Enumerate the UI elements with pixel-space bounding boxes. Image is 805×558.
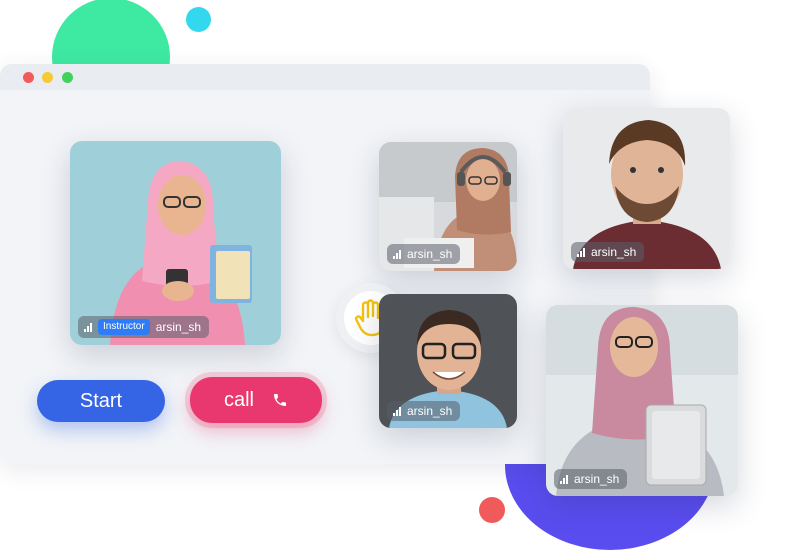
signal-icon: [577, 247, 585, 257]
instructor-badge: Instructor: [98, 319, 150, 335]
signal-icon: [393, 406, 401, 416]
participant-label: arsin_sh: [387, 244, 461, 264]
participant-label: arsin_sh: [387, 401, 461, 421]
participant-name: arsin_sh: [574, 472, 620, 486]
participant-label: Instructor arsin_sh: [78, 316, 210, 338]
signal-icon: [560, 474, 568, 484]
start-button[interactable]: Start: [37, 380, 165, 422]
signal-icon: [393, 249, 401, 259]
decorative-cyan-dot: [186, 7, 211, 32]
call-button[interactable]: call: [190, 377, 322, 423]
participant-label: arsin_sh: [571, 242, 645, 262]
decorative-red-dot: [479, 497, 505, 523]
participant-name: arsin_sh: [591, 245, 637, 259]
participant-name: arsin_sh: [407, 404, 453, 418]
signal-icon: [84, 322, 92, 332]
phone-icon: [274, 394, 286, 406]
video-tile-instructor[interactable]: Instructor arsin_sh: [70, 141, 281, 345]
participant-label: arsin_sh: [554, 469, 628, 489]
video-tile-participant-4[interactable]: arsin_sh: [379, 294, 517, 428]
window-titlebar: [0, 64, 650, 90]
start-button-label: Start: [79, 389, 123, 412]
participant-video-instructor: [70, 141, 281, 345]
participant-name: arsin_sh: [407, 247, 453, 261]
video-tile-participant-3[interactable]: arsin_sh: [563, 108, 730, 269]
close-window-button[interactable]: [23, 72, 34, 83]
maximize-window-button[interactable]: [62, 72, 73, 83]
minimize-window-button[interactable]: [42, 72, 53, 83]
call-button-label: call: [223, 388, 254, 411]
video-tile-participant-2[interactable]: arsin_sh: [379, 142, 517, 271]
participant-video-5: [546, 305, 738, 496]
participant-name: arsin_sh: [155, 320, 202, 334]
video-tile-participant-5[interactable]: arsin_sh: [546, 305, 738, 496]
